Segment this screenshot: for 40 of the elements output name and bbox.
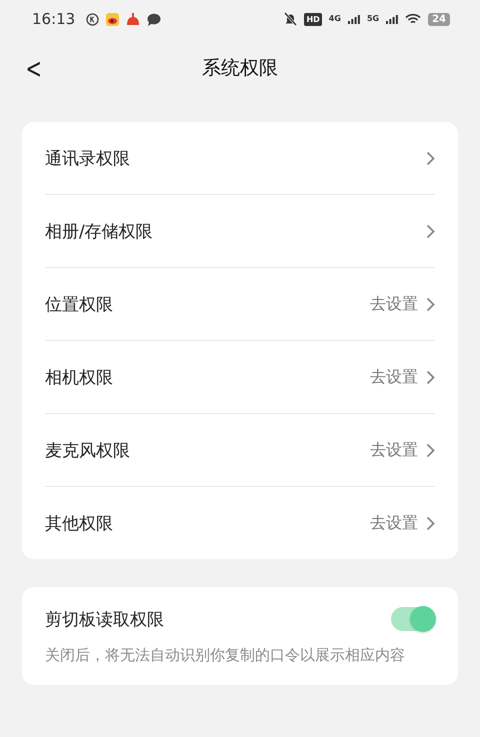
- page-title: 系统权限: [202, 56, 278, 81]
- setup-link: 去设置: [370, 512, 418, 534]
- battery-level: 24: [428, 12, 450, 26]
- permission-row[interactable]: 其他权限 去设置: [45, 486, 435, 559]
- setup-link: 去设置: [370, 440, 418, 460]
- bell-muted-icon: [284, 12, 298, 26]
- description-text: 关闭后，将无法自动识别你复制的口令以展示相应内容: [45, 645, 406, 666]
- clipboard-label: 剪切板读取权限: [45, 608, 165, 630]
- network-label: 4G: [328, 15, 341, 23]
- chevron-right-icon: [426, 224, 435, 238]
- k-circle-icon: [86, 12, 100, 26]
- toggle-switch[interactable]: [391, 607, 435, 631]
- signal-icon: [386, 14, 398, 24]
- chevron-right-icon: [426, 296, 435, 312]
- permission-label: 麦克风权限: [45, 440, 131, 462]
- chevron-right-icon: [426, 516, 435, 530]
- back-button[interactable]: <: [21, 52, 46, 85]
- permission-label: 位置权限: [45, 294, 114, 316]
- permission-label: 相册/存储权限: [45, 220, 154, 242]
- chevron-right-icon: [426, 370, 435, 384]
- permission-row[interactable]: 麦克风权限 去设置: [45, 413, 435, 486]
- hd-badge: HD: [304, 12, 322, 26]
- app-icon: [106, 12, 120, 26]
- network-label: 5G: [366, 15, 380, 23]
- permission-row[interactable]: 通讯录权限: [45, 122, 435, 194]
- app-icon: [126, 12, 140, 26]
- wifi-icon: [405, 13, 422, 25]
- permission-label: 通讯录权限: [45, 148, 131, 170]
- signal-icon: [348, 14, 360, 24]
- permission-row[interactable]: 位置权限 去设置: [45, 267, 435, 340]
- permission-row[interactable]: 相机权限 去设置: [45, 340, 435, 413]
- setup-link: 去设置: [370, 294, 418, 314]
- status-time: 16:13: [32, 10, 76, 28]
- setup-link: 去设置: [370, 366, 418, 388]
- chat-bubble-icon: [147, 12, 162, 26]
- permission-row[interactable]: 相册/存储权限: [45, 194, 435, 267]
- permission-label: 其他权限: [45, 512, 114, 534]
- chevron-right-icon: [426, 442, 435, 458]
- permission-label: 相机权限: [45, 366, 114, 388]
- chevron-right-icon: [426, 150, 435, 166]
